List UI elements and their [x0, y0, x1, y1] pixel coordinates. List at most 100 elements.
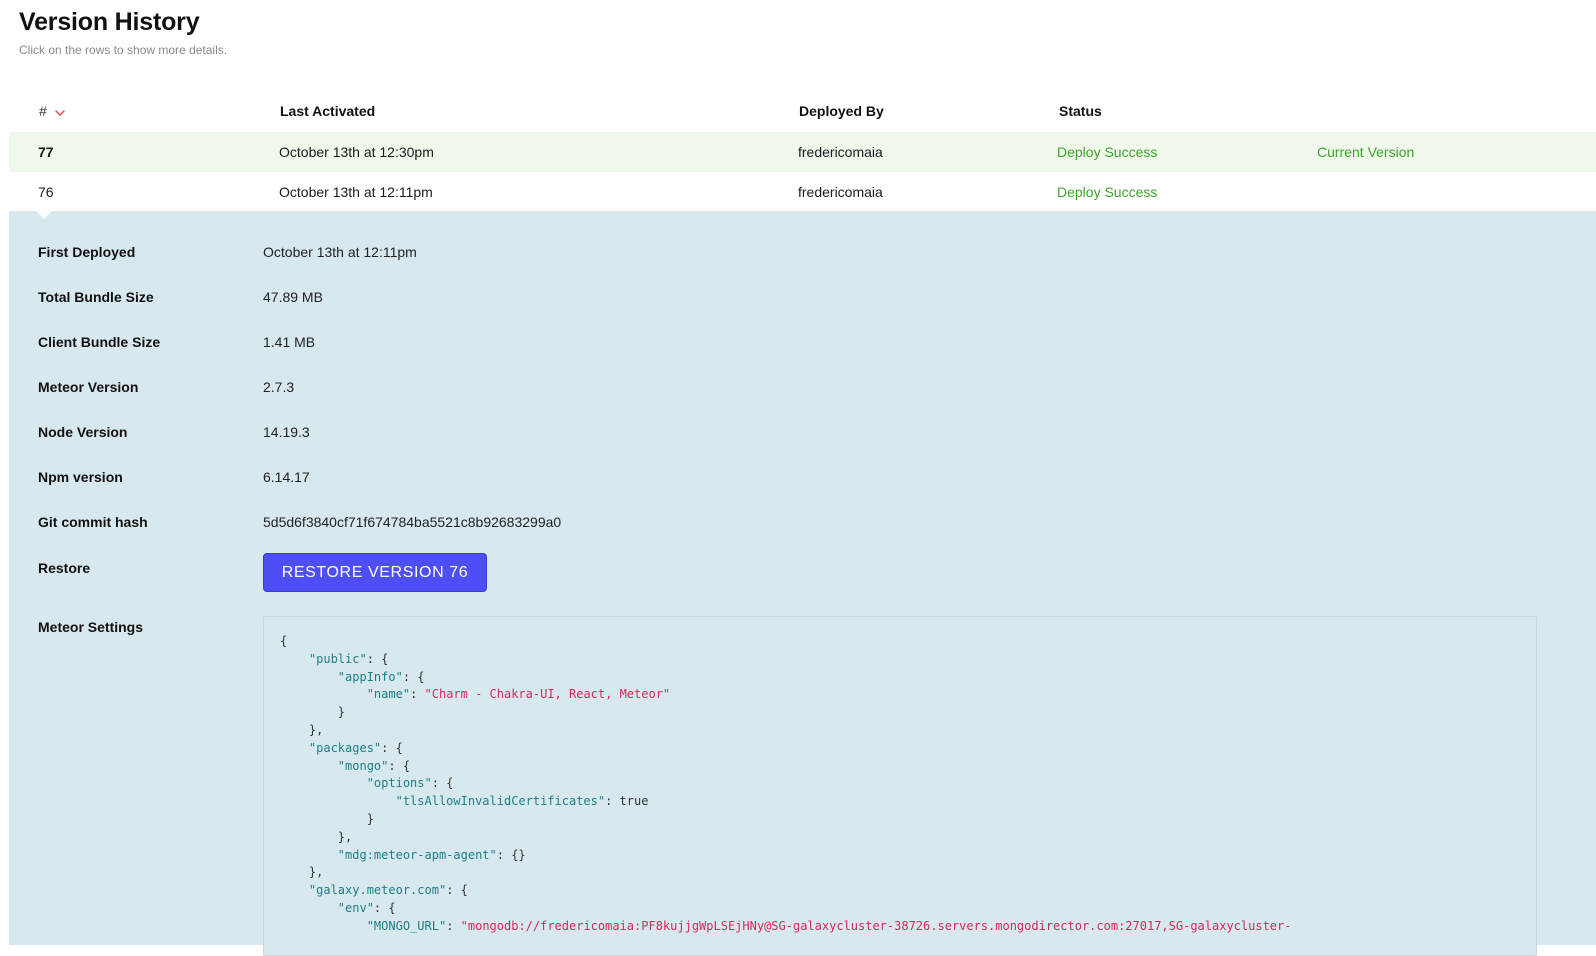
- status-text: Deploy Success: [1057, 144, 1158, 160]
- json-punctuation: [280, 652, 309, 666]
- detail-label: Meteor Version: [38, 379, 139, 395]
- json-punctuation: : true: [605, 794, 649, 809]
- json-key: "mongo": [337, 758, 389, 773]
- json-punctuation: [280, 670, 338, 684]
- json-punctuation: [280, 794, 396, 808]
- code-line: },: [280, 864, 1536, 882]
- json-punctuation: : {: [366, 651, 389, 666]
- page-title: Version History: [19, 8, 200, 36]
- table-header: # Last Activated Deployed By Status: [9, 92, 1596, 132]
- json-key: "public": [308, 651, 367, 666]
- last-activated: October 13th at 12:11pm: [279, 184, 433, 200]
- code-line: "appInfo": {: [280, 669, 1536, 687]
- table-row[interactable]: 76 October 13th at 12:11pm fredericomaia…: [9, 172, 1596, 212]
- meteor-settings-json[interactable]: { "public": { "appInfo": { "name": "Char…: [263, 616, 1537, 956]
- json-punctuation: [280, 741, 309, 755]
- version-number: 77: [38, 144, 54, 160]
- code-line: "packages": {: [280, 740, 1536, 758]
- detail-label: Restore: [38, 560, 91, 576]
- column-header-status[interactable]: Status: [1059, 103, 1102, 119]
- deployed-by: fredericomaia: [798, 184, 883, 200]
- json-key: "MONGO_URL": [366, 918, 447, 933]
- detail-value: 6.14.17: [263, 469, 310, 485]
- json-punctuation: [280, 919, 367, 933]
- code-line: "public": {: [280, 651, 1536, 669]
- page-header: Version History Click on the rows to sho…: [19, 8, 227, 57]
- detail-label: Meteor Settings: [38, 619, 144, 635]
- json-punctuation: [280, 776, 367, 790]
- code-line: "options": {: [280, 775, 1536, 793]
- detail-value: 2.7.3: [263, 379, 295, 395]
- column-header-number[interactable]: #: [39, 103, 65, 120]
- detail-value: 47.89 MB: [263, 289, 323, 305]
- json-key: "packages": [308, 740, 382, 755]
- detail-label: Npm version: [38, 469, 123, 485]
- json-punctuation: : {: [373, 900, 396, 915]
- code-line: "mongo": {: [280, 758, 1536, 776]
- deployed-by: fredericomaia: [798, 144, 883, 160]
- json-key: "galaxy.meteor.com": [308, 883, 447, 898]
- restore-version-button[interactable]: RESTORE VERSION 76: [263, 553, 487, 592]
- code-line: }: [280, 811, 1536, 829]
- detail-label: First Deployed: [38, 244, 136, 260]
- json-punctuation: : {: [381, 740, 403, 755]
- current-version-badge: Current Version: [1317, 144, 1415, 160]
- json-key: "name": [366, 687, 411, 702]
- json-punctuation: : {}: [496, 847, 526, 862]
- code-line: "tlsAllowInvalidCertificates": true: [280, 793, 1536, 811]
- json-punctuation: {: [280, 634, 288, 648]
- json-punctuation: : {: [402, 669, 425, 684]
- detail-label: Client Bundle Size: [38, 334, 161, 350]
- json-punctuation: [280, 687, 367, 701]
- version-table: # Last Activated Deployed By Status 77 O…: [9, 92, 1596, 212]
- code-line: },: [280, 829, 1536, 847]
- json-key: "mdg:meteor-apm-agent": [337, 847, 497, 862]
- version-number: 76: [38, 184, 54, 200]
- json-key: "env": [337, 900, 374, 915]
- expanded-row-caret: [36, 211, 52, 219]
- json-punctuation: [280, 848, 338, 862]
- chevron-down-icon[interactable]: [54, 104, 65, 120]
- detail-label: Total Bundle Size: [38, 289, 154, 305]
- json-punctuation: :: [446, 918, 461, 933]
- table-row[interactable]: 77 October 13th at 12:30pm fredericomaia…: [9, 132, 1596, 172]
- json-punctuation: },: [280, 829, 353, 844]
- json-punctuation: :: [410, 687, 425, 702]
- json-punctuation: [280, 759, 338, 773]
- code-line: "MONGO_URL": "mongodb://fredericomaia:PF…: [280, 918, 1536, 936]
- json-punctuation: },: [280, 722, 324, 737]
- version-details-panel: First Deployed October 13th at 12:11pm T…: [9, 211, 1596, 956]
- json-string: "mongodb://fredericomaia:PF8kujjgWpLSEjH…: [460, 918, 1292, 933]
- column-header-deployed-by[interactable]: Deployed By: [799, 103, 884, 119]
- json-key: "appInfo": [337, 669, 403, 684]
- detail-label: Git commit hash: [38, 514, 148, 530]
- detail-value: 5d5d6f3840cf71f674784ba5521c8b92683299a0: [263, 514, 562, 530]
- json-punctuation: [280, 883, 309, 897]
- json-punctuation: }: [280, 705, 346, 720]
- code-line: "name": "Charm - Chakra-UI, React, Meteo…: [280, 686, 1536, 704]
- column-header-number-label: #: [39, 103, 47, 119]
- json-key: "options": [366, 776, 432, 791]
- column-header-last-activated[interactable]: Last Activated: [280, 103, 375, 119]
- json-punctuation: : {: [388, 758, 411, 773]
- detail-label: Node Version: [38, 424, 128, 440]
- detail-value: 14.19.3: [263, 424, 310, 440]
- page-subtitle: Click on the rows to show more details.: [19, 43, 228, 57]
- detail-value: October 13th at 12:11pm: [263, 244, 417, 260]
- code-line: "mdg:meteor-apm-agent": {}: [280, 847, 1536, 865]
- code-line: }: [280, 704, 1536, 722]
- json-punctuation: : {: [431, 776, 454, 791]
- last-activated: October 13th at 12:30pm: [279, 144, 434, 160]
- code-line: "env": {: [280, 900, 1536, 918]
- code-line: "galaxy.meteor.com": {: [280, 882, 1536, 900]
- json-punctuation: [280, 901, 338, 915]
- json-punctuation: },: [280, 865, 324, 880]
- code-line: {: [280, 633, 1536, 651]
- code-line: },: [280, 722, 1536, 740]
- json-string: "Charm - Chakra-UI, React, Meteor": [424, 687, 671, 702]
- json-key: "tlsAllowInvalidCertificates": [395, 794, 606, 809]
- json-punctuation: : {: [446, 883, 468, 898]
- detail-value: 1.41 MB: [263, 334, 316, 350]
- status-text: Deploy Success: [1057, 184, 1158, 200]
- json-punctuation: }: [280, 811, 374, 826]
